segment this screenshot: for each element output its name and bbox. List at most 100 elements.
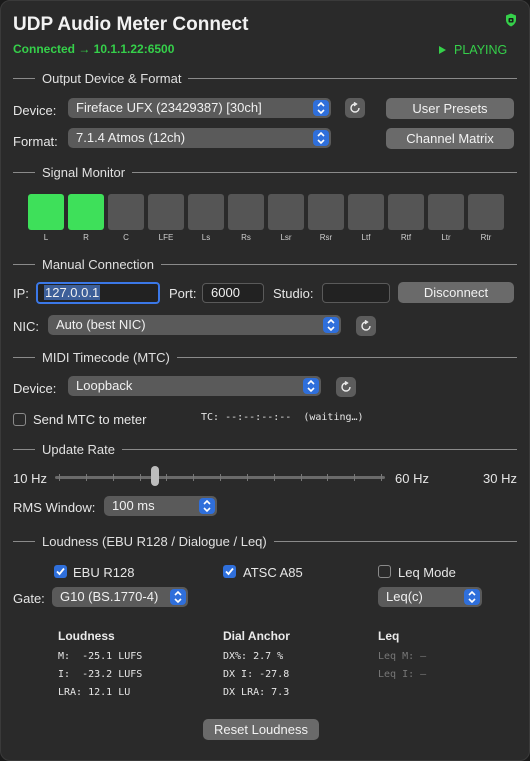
section-title: Output Device & Format — [42, 70, 182, 86]
refresh-nic-button[interactable] — [356, 316, 376, 336]
channel-meter-c — [108, 194, 144, 230]
ebu-r128-checkbox[interactable] — [54, 565, 67, 578]
channel-meter-rtf — [388, 194, 424, 230]
nic-label: NIC: — [13, 319, 39, 334]
reset-loudness-button[interactable]: Reset Loudness — [203, 719, 319, 740]
rms-window-label: RMS Window: — [13, 500, 96, 515]
refresh-icon — [361, 320, 371, 331]
slider-tick — [193, 474, 194, 481]
atsc-a85-label: ATSC A85 — [243, 565, 303, 580]
leq-weighting-value: Leq(c) — [386, 589, 423, 604]
channel-label: C — [123, 233, 129, 242]
chevron-updown-icon — [313, 130, 329, 146]
channel-label: L — [43, 233, 49, 242]
send-mtc-label: Send MTC to meter — [33, 412, 147, 427]
refresh-icon — [341, 381, 351, 392]
channel-meter-rsr — [308, 194, 344, 230]
rms-window-select[interactable]: 100 ms — [104, 496, 217, 516]
channel-meter-ltf — [348, 194, 384, 230]
leq-weighting-select[interactable]: Leq(c) — [378, 587, 482, 607]
channel-meter-r — [68, 194, 104, 230]
channel-label: Rtr — [480, 233, 492, 242]
format-select[interactable]: 7.1.4 Atmos (12ch) — [68, 128, 331, 148]
refresh-icon — [350, 102, 360, 113]
chevron-updown-icon — [464, 589, 480, 605]
channel-meter-l — [28, 194, 64, 230]
port-input[interactable]: 6000 — [202, 283, 264, 303]
loudness-column-title: Loudness — [58, 629, 115, 643]
channel-label: Rtf — [400, 233, 412, 242]
slider-tick — [166, 474, 167, 481]
loudness-integrated: I: -23.2 LUFS — [58, 669, 143, 680]
section-update-rate: Update Rate — [13, 441, 517, 457]
refresh-device-button[interactable] — [345, 98, 365, 118]
channel-label: Ltf — [361, 233, 371, 242]
play-icon — [439, 46, 446, 54]
ip-value: 127.0.0.1 — [44, 285, 101, 300]
chevron-updown-icon — [303, 378, 319, 394]
app-title: UDP Audio Meter Connect — [13, 14, 249, 35]
rate-min-label: 10 Hz — [13, 471, 47, 486]
midi-device-select[interactable]: Loopback — [68, 376, 321, 396]
rate-current-label: 30 Hz — [483, 471, 517, 486]
device-label: Device: — [13, 103, 57, 118]
chevron-updown-icon — [199, 498, 215, 514]
chevron-updown-icon — [323, 317, 339, 333]
section-midi: MIDI Timecode (MTC) — [13, 349, 517, 365]
section-title: Update Rate — [42, 441, 115, 457]
gate-value: G10 (BS.1770-4) — [60, 589, 159, 604]
slider-tick — [220, 474, 221, 481]
loudness-momentary: M: -25.1 LUFS — [58, 651, 143, 662]
rate-slider-knob[interactable] — [151, 466, 159, 486]
refresh-midi-button[interactable] — [336, 377, 356, 397]
checkmark-icon — [225, 567, 234, 576]
atsc-a85-checkbox[interactable] — [223, 565, 236, 578]
leq-column-title: Leq — [378, 629, 400, 643]
ip-label: IP: — [13, 286, 29, 301]
leq-mode-label: Leq Mode — [398, 565, 456, 580]
playing-indicator: PLAYING — [439, 43, 507, 57]
format-value: 7.1.4 Atmos (12ch) — [76, 130, 186, 145]
leq-mode-checkbox[interactable] — [378, 565, 391, 578]
studio-label: Studio: — [273, 286, 314, 301]
channel-meter-lfe — [148, 194, 184, 230]
device-select[interactable]: Fireface UFX (23429387) [30ch] — [68, 98, 331, 118]
section-title: MIDI Timecode (MTC) — [42, 349, 170, 365]
slider-tick — [381, 474, 382, 481]
slider-tick — [274, 474, 275, 481]
slider-tick — [59, 474, 60, 481]
channel-label: Ltr — [441, 233, 451, 242]
ip-input[interactable]: 127.0.0.1 — [36, 282, 160, 304]
user-presets-button[interactable]: User Presets — [386, 98, 514, 119]
section-title: Signal Monitor — [42, 164, 126, 180]
slider-tick — [140, 474, 141, 481]
disconnect-button[interactable]: Disconnect — [398, 282, 514, 303]
send-mtc-checkbox[interactable] — [13, 413, 26, 426]
dial-anchor-column-title: Dial Anchor — [223, 629, 290, 643]
channel-meter-rtr — [468, 194, 504, 230]
rate-max-label: 60 Hz — [395, 471, 429, 486]
gate-label: Gate: — [13, 591, 45, 606]
section-title: Loudness (EBU R128 / Dialogue / Leq) — [42, 533, 267, 549]
port-label: Port: — [169, 286, 197, 301]
device-value: Fireface UFX (23429387) [30ch] — [76, 100, 262, 115]
section-signal-monitor: Signal Monitor — [13, 164, 517, 180]
channel-label: LFE — [158, 233, 174, 242]
chevron-updown-icon — [313, 100, 329, 116]
nic-value: Auto (best NIC) — [56, 317, 146, 332]
slider-tick — [247, 474, 248, 481]
ebu-r128-label: EBU R128 — [73, 565, 135, 580]
channel-meter-ls — [188, 194, 224, 230]
app-window: UDP Audio Meter Connect Connected → 10.1… — [0, 0, 530, 761]
studio-input[interactable] — [322, 283, 390, 303]
dial-integrated: DX I: -27.8 — [223, 669, 290, 680]
channel-matrix-button[interactable]: Channel Matrix — [386, 128, 514, 149]
gate-select[interactable]: G10 (BS.1770-4) — [52, 587, 188, 607]
format-label: Format: — [13, 134, 58, 149]
channel-label: Lsr — [280, 233, 292, 242]
slider-tick — [327, 474, 328, 481]
nic-select[interactable]: Auto (best NIC) — [48, 315, 341, 335]
slider-tick — [354, 474, 355, 481]
midi-device-label: Device: — [13, 381, 57, 396]
connection-status: Connected → 10.1.1.22:6500 — [13, 42, 175, 56]
